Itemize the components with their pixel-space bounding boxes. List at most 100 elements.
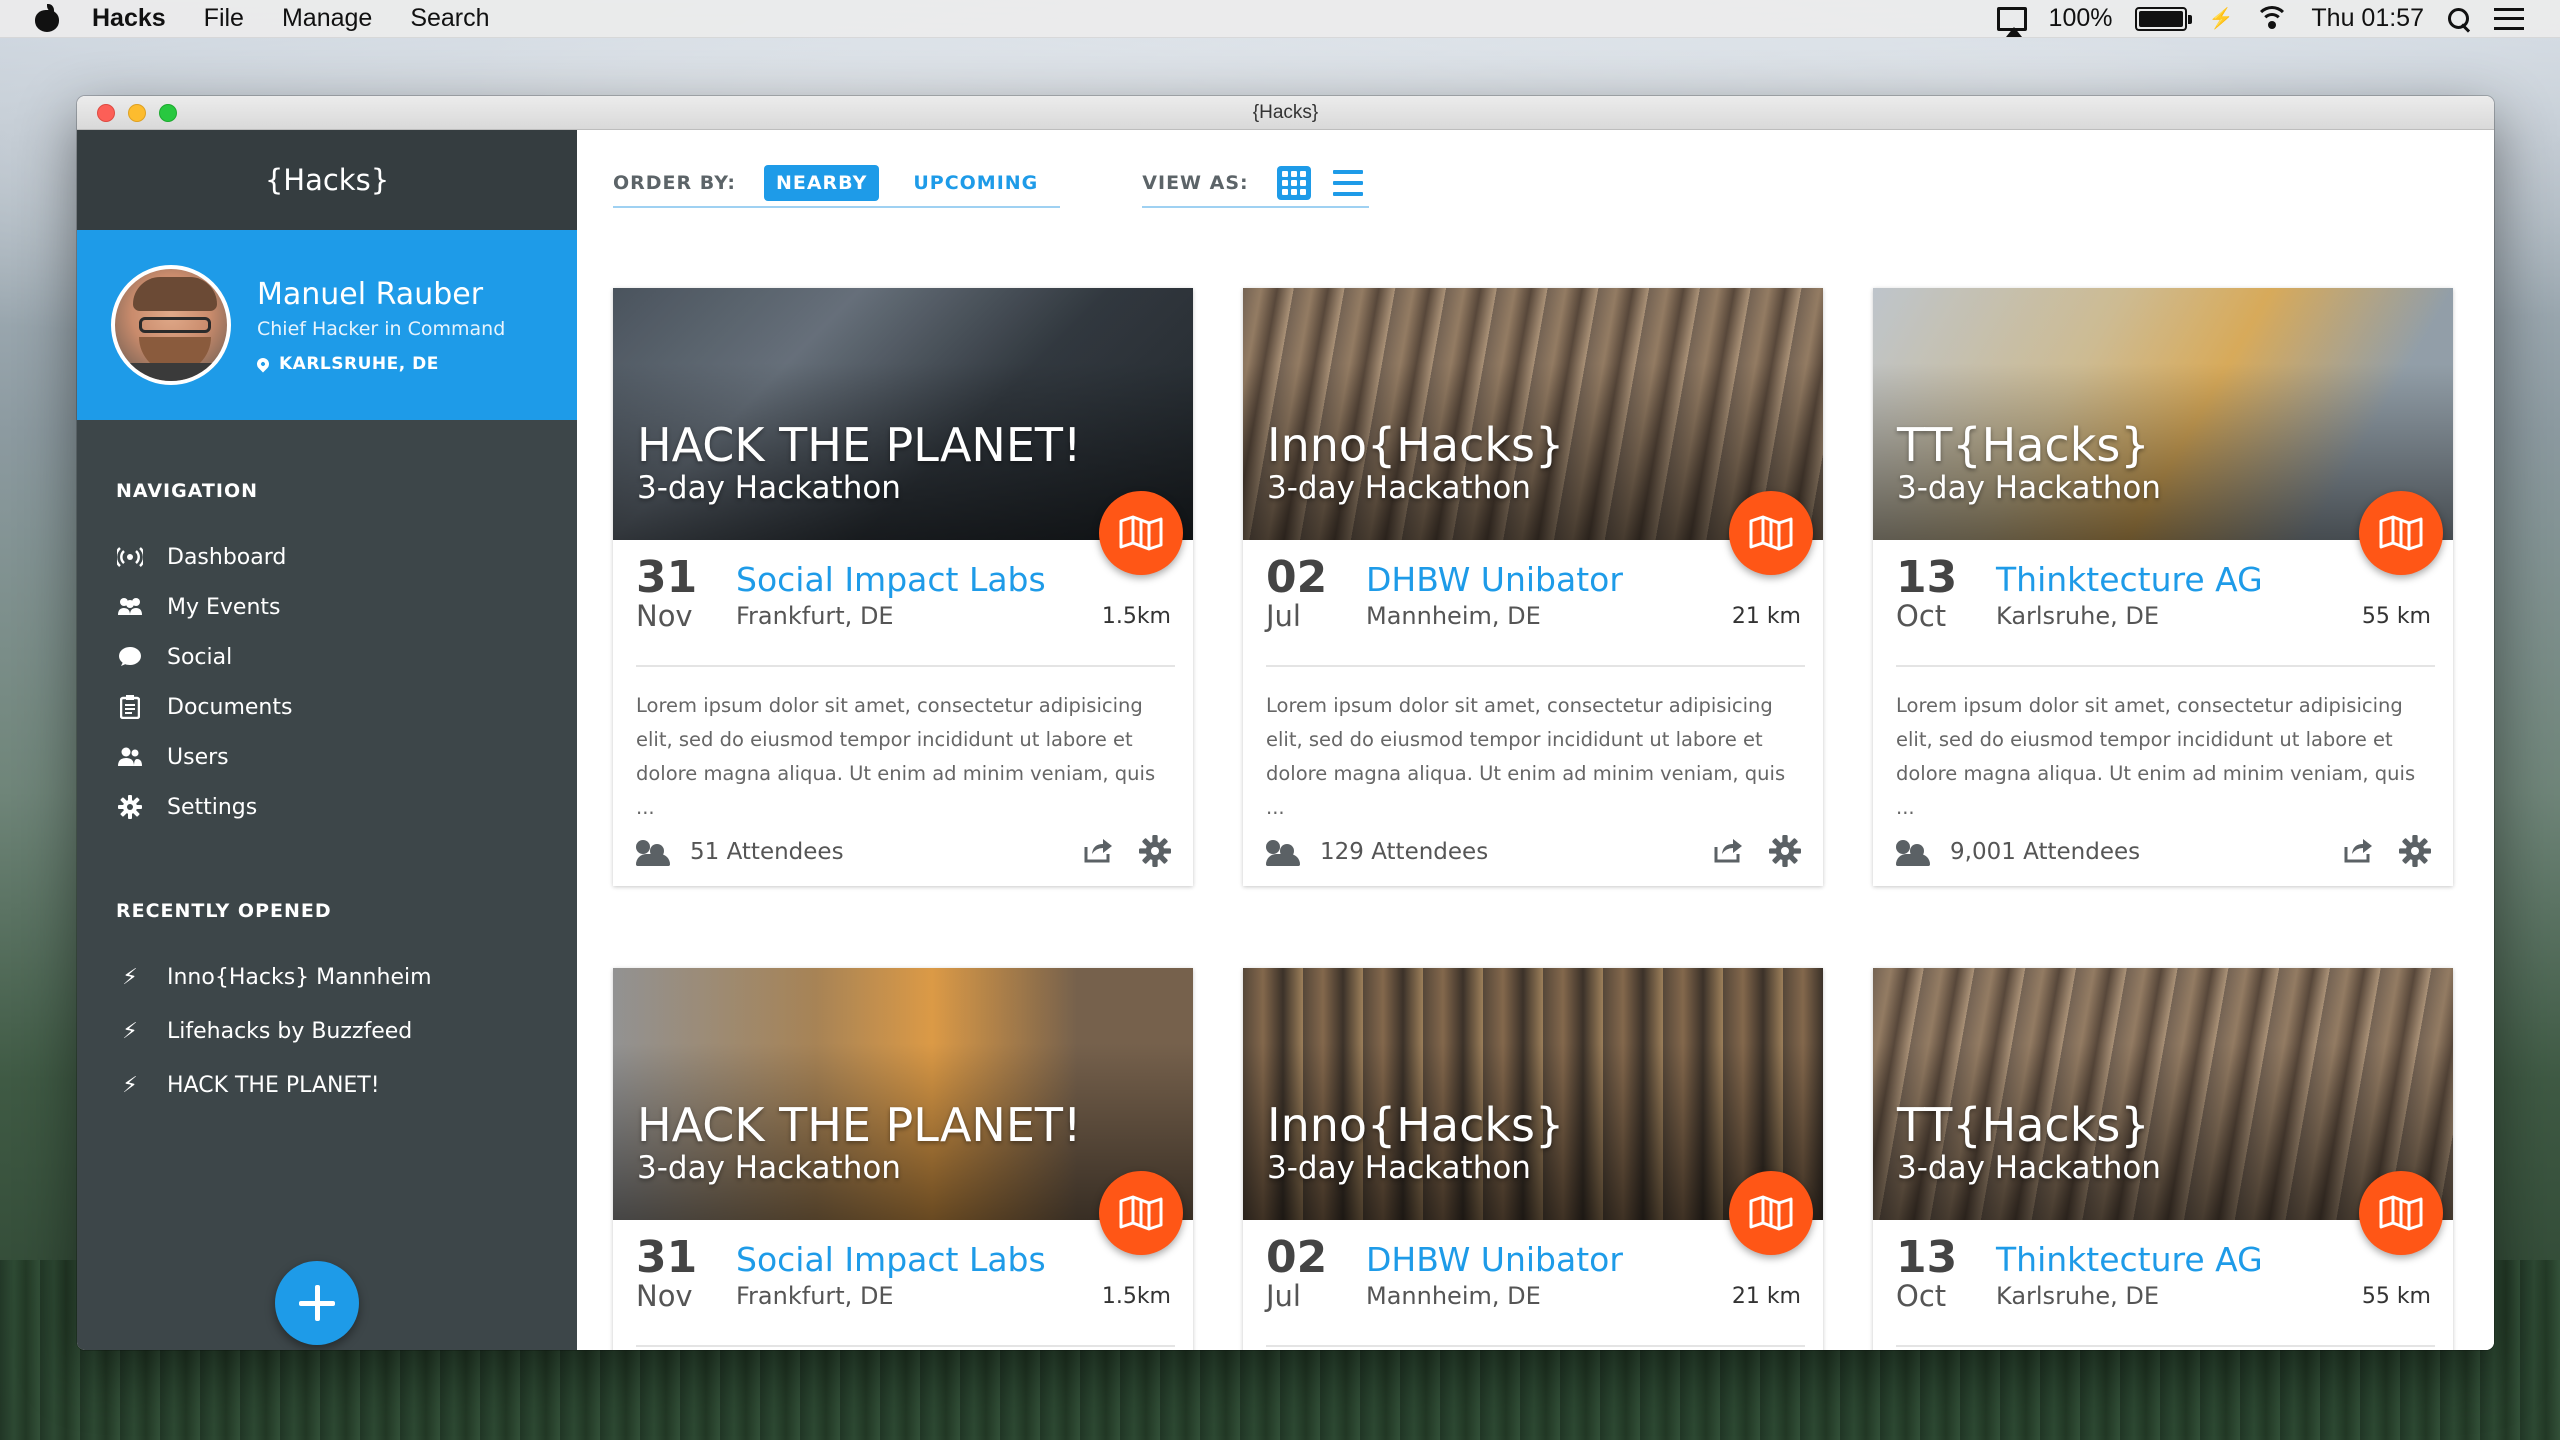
attendees-icon <box>636 838 672 866</box>
map-button[interactable] <box>1729 1171 1813 1255</box>
event-month: Nov <box>636 1279 693 1313</box>
event-date: 02 Jul <box>1266 552 1328 633</box>
order-by-label: ORDER BY: <box>613 172 736 194</box>
share-icon[interactable] <box>1713 837 1743 863</box>
event-day: 31 <box>636 1232 698 1283</box>
battery-icon[interactable] <box>2134 6 2192 31</box>
grid-view-button[interactable] <box>1276 166 1311 200</box>
sidebar-item-label: Dashboard <box>167 544 287 570</box>
window-zoom-button[interactable] <box>159 104 177 122</box>
menubar-clock[interactable]: Thu 01:57 <box>2311 4 2424 33</box>
spotlight-search-icon[interactable] <box>2446 6 2472 32</box>
event-image[interactable]: HACK THE PLANET! 3-day Hackathon <box>613 288 1193 540</box>
recent-item[interactable]: ⚡ HACK THE PLANET! <box>77 1058 577 1112</box>
attendees-icon <box>1896 838 1932 866</box>
apple-icon[interactable] <box>32 3 62 34</box>
event-card[interactable]: TT{Hacks} 3-day Hackathon 13 Oct Thinkte… <box>1873 288 2453 886</box>
event-distance: 1.5km <box>1101 1284 1171 1309</box>
settings-gear-icon[interactable] <box>1139 835 1171 867</box>
battery-percent: 100% <box>2048 4 2113 32</box>
event-info: 31 Nov Social Impact Labs Frankfurt, DE … <box>613 540 1193 667</box>
gear-icon <box>117 795 143 819</box>
event-organizer[interactable]: Social Impact Labs <box>736 1240 1046 1279</box>
order-upcoming-button[interactable]: UPCOMING <box>901 165 1050 201</box>
event-image[interactable]: Inno{Hacks} 3-day Hackathon <box>1243 288 1823 540</box>
settings-gear-icon[interactable] <box>1769 835 1801 867</box>
share-icon[interactable] <box>2343 837 2373 863</box>
event-card[interactable]: HACK THE PLANET! 3-day Hackathon 31 Nov … <box>613 968 1193 1350</box>
event-footer: 51 Attendees <box>613 819 1193 884</box>
settings-gear-icon[interactable] <box>2399 835 2431 867</box>
menu-file[interactable]: File <box>204 4 244 33</box>
sidebar-item-users[interactable]: Users <box>77 732 577 782</box>
recent-item[interactable]: ⚡ Inno{Hacks} Mannheim <box>77 950 577 1004</box>
map-button[interactable] <box>1099 1171 1183 1255</box>
add-event-button[interactable] <box>275 1261 359 1345</box>
menu-app-name[interactable]: Hacks <box>92 4 166 33</box>
event-city: Karlsruhe, DE <box>1996 602 2160 630</box>
window-minimize-button[interactable] <box>128 104 146 122</box>
recent-item[interactable]: ⚡ Lifehacks by Buzzfeed <box>77 1004 577 1058</box>
event-month: Oct <box>1896 1279 1947 1313</box>
sidebar-brand[interactable]: {Hacks} <box>77 130 577 230</box>
menu-manage[interactable]: Manage <box>282 4 372 33</box>
list-view-button[interactable] <box>1332 170 1363 196</box>
event-organizer[interactable]: Thinktecture AG <box>1996 1240 2263 1279</box>
sidebar-item-settings[interactable]: Settings <box>77 782 577 832</box>
attendee-count: 9,001 Attendees <box>1950 838 2141 865</box>
profile-panel[interactable]: Manuel Rauber Chief Hacker in Command KA… <box>77 230 577 420</box>
sidebar-item-dashboard[interactable]: Dashboard <box>77 532 577 582</box>
charging-icon: ⚡ <box>2208 8 2234 30</box>
event-image[interactable]: TT{Hacks} 3-day Hackathon <box>1873 968 2453 1220</box>
event-card[interactable]: Inno{Hacks} 3-day Hackathon 02 Jul DHBW … <box>1243 288 1823 886</box>
event-card[interactable]: TT{Hacks} 3-day Hackathon 13 Oct Thinkte… <box>1873 968 2453 1350</box>
event-month: Jul <box>1266 599 1301 633</box>
event-info: 02 Jul DHBW Unibator Mannheim, DE 21 km <box>1243 1220 1823 1347</box>
event-date: 13 Oct <box>1896 556 1957 633</box>
window-titlebar[interactable]: {Hacks} <box>77 96 2494 130</box>
sidebar-item-documents[interactable]: Documents <box>77 682 577 732</box>
map-button[interactable] <box>1099 491 1183 575</box>
event-description: Lorem ipsum dolor sit amet, consectetur … <box>636 694 1156 819</box>
share-icon[interactable] <box>1083 837 1113 863</box>
event-organizer[interactable]: DHBW Unibator <box>1366 1240 1623 1279</box>
event-info: 13 Oct Thinktecture AG Karlsruhe, DE 55 … <box>1873 1220 2453 1347</box>
event-city: Karlsruhe, DE <box>1996 1282 2160 1310</box>
recent-list: ⚡ Inno{Hacks} Mannheim ⚡ Lifehacks by Bu… <box>77 950 577 1112</box>
sidebar-item-my-events[interactable]: My Events <box>77 582 577 632</box>
notification-center-icon[interactable] <box>2494 7 2524 30</box>
event-date: 02 Jul <box>1266 1236 1327 1313</box>
avatar[interactable] <box>111 265 231 385</box>
map-button[interactable] <box>1729 491 1813 575</box>
users-icon <box>117 746 143 768</box>
window-close-button[interactable] <box>97 104 115 122</box>
profile-role: Chief Hacker in Command <box>257 317 506 340</box>
event-day: 02 <box>1266 552 1328 603</box>
event-day: 31 <box>636 552 698 603</box>
map-button[interactable] <box>2359 491 2443 575</box>
map-button[interactable] <box>2359 1171 2443 1255</box>
event-card[interactable]: HACK THE PLANET! 3-day Hackathon 31 Nov … <box>613 288 1193 886</box>
event-organizer[interactable]: Thinktecture AG <box>1996 560 2263 599</box>
menu-search[interactable]: Search <box>410 4 489 33</box>
lightning-icon: ⚡ <box>122 1072 138 1098</box>
clipboard-icon <box>117 695 143 719</box>
map-icon <box>1119 515 1163 551</box>
sidebar: {Hacks} Manuel Rauber Chief Hacker in Co… <box>77 130 577 1350</box>
wifi-icon[interactable] <box>2255 5 2290 32</box>
event-title: Inno{Hacks} <box>1267 1098 1565 1152</box>
event-image[interactable]: HACK THE PLANET! 3-day Hackathon <box>613 968 1193 1220</box>
recent-item-label: Lifehacks by Buzzfeed <box>167 1018 413 1044</box>
event-card[interactable]: Inno{Hacks} 3-day Hackathon 02 Jul DHBW … <box>1243 968 1823 1350</box>
event-organizer[interactable]: DHBW Unibator <box>1366 560 1623 599</box>
event-image[interactable]: TT{Hacks} 3-day Hackathon <box>1873 288 2453 540</box>
order-nearby-button[interactable]: NEARBY <box>763 165 880 201</box>
airplay-icon[interactable] <box>1996 6 2027 37</box>
main-content: ORDER BY: NEARBY UPCOMING VIEW AS: HACK … <box>577 130 2494 1350</box>
event-image[interactable]: Inno{Hacks} 3-day Hackathon <box>1243 968 1823 1220</box>
sidebar-item-social[interactable]: Social <box>77 632 577 682</box>
event-day: 13 <box>1896 1232 1958 1283</box>
recent-item-label: Inno{Hacks} Mannheim <box>167 964 432 990</box>
event-organizer[interactable]: Social Impact Labs <box>736 560 1046 599</box>
event-subtitle: 3-day Hackathon <box>637 470 901 506</box>
